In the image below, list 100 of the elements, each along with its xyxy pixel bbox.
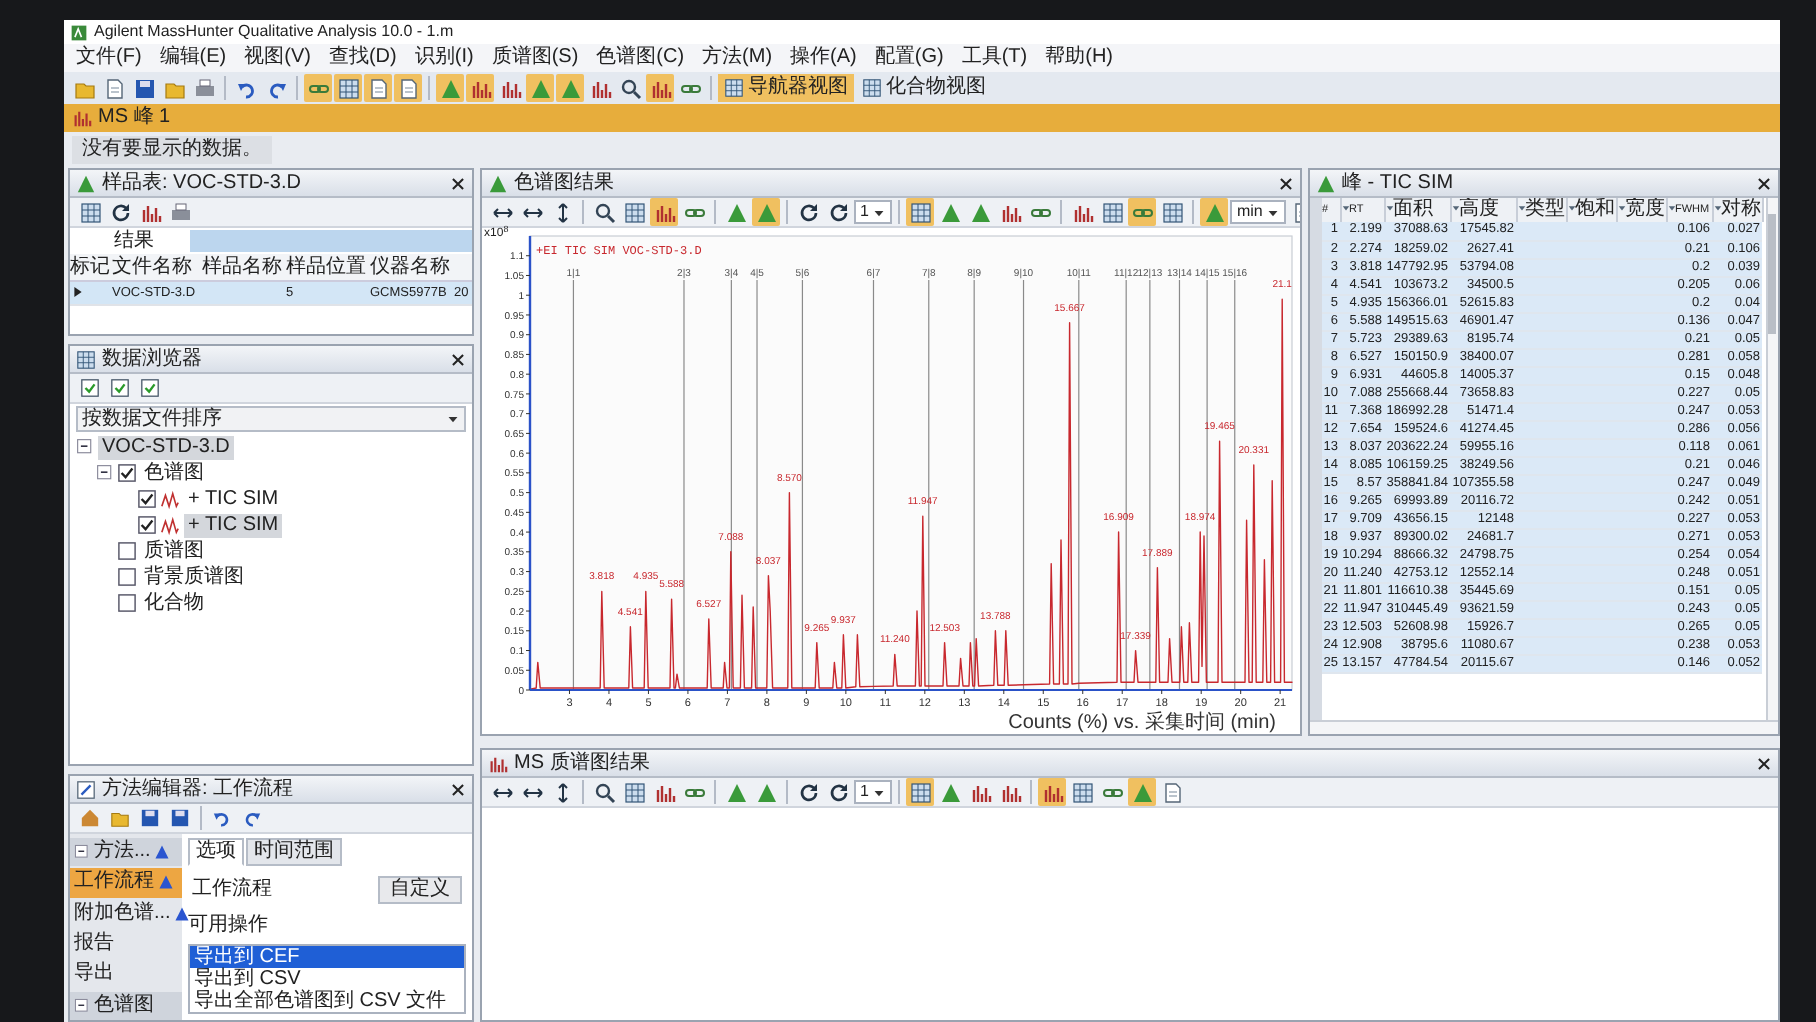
tree-item[interactable]: 化合物: [140, 591, 208, 615]
dropdown[interactable]: 1: [854, 200, 893, 224]
checkbox[interactable]: [138, 516, 156, 534]
panel-title: 方法编辑器: 工作流程: [102, 777, 296, 801]
close-icon[interactable]: [1756, 755, 1772, 771]
close-icon[interactable]: [450, 351, 466, 367]
nav-item[interactable]: 色谱图: [70, 991, 182, 1020]
scrollbar[interactable]: [1310, 720, 1778, 734]
view-button[interactable]: 化合物视图: [856, 74, 992, 102]
list-item[interactable]: 导出到 CSV: [190, 968, 464, 990]
menu-item[interactable]: 质谱图(S): [491, 46, 579, 70]
x-axis-label: Counts (%) vs. 采集时间 (min): [1008, 712, 1276, 734]
group-label: 结果: [112, 229, 156, 253]
checkbox[interactable]: [118, 568, 136, 586]
dropdown-value: 1: [860, 202, 869, 222]
menu-item[interactable]: 色谱图(C): [596, 46, 685, 70]
column-header[interactable]: 面积: [1384, 198, 1450, 222]
menu-item[interactable]: 配置(G): [874, 46, 944, 70]
tab[interactable]: 时间范围: [246, 838, 342, 866]
undo-icon: [212, 808, 232, 828]
collapse-icon: [74, 997, 90, 1014]
tree-item[interactable]: 质谱图: [140, 539, 208, 563]
close-icon[interactable]: [450, 175, 466, 191]
redo-icon: [242, 808, 262, 828]
column-header[interactable]: 饱和: [1566, 198, 1616, 222]
column-header[interactable]: 样品名称: [202, 255, 286, 279]
close-icon[interactable]: [1278, 175, 1294, 191]
column-header[interactable]: 类型: [1516, 198, 1566, 222]
panel-title: 数据浏览器: [102, 347, 204, 371]
dropdown-value: 1: [860, 782, 869, 802]
checkbox[interactable]: [138, 490, 156, 508]
sort-dropdown[interactable]: 按数据文件排序: [76, 406, 466, 432]
dropdown[interactable]: 1: [854, 780, 893, 804]
tree-item[interactable]: + TIC SIM: [184, 487, 283, 511]
menu-item[interactable]: 视图(V): [244, 46, 311, 70]
save-icon: [170, 808, 190, 828]
checkbox[interactable]: [118, 464, 136, 482]
toolbar-button[interactable]: [106, 374, 134, 402]
tree-item[interactable]: VOC-STD-3.D: [98, 435, 234, 459]
menu-item[interactable]: 识别(I): [414, 46, 474, 70]
collapse-icon[interactable]: [96, 464, 114, 482]
menu-item[interactable]: 查找(D): [328, 46, 397, 70]
tree-item[interactable]: 背景质谱图: [140, 565, 248, 589]
checkbox[interactable]: [118, 594, 136, 612]
close-icon[interactable]: [1756, 175, 1772, 191]
menu-item[interactable]: 操作(A): [790, 46, 857, 70]
toolbar-button[interactable]: [136, 374, 164, 402]
nav-item[interactable]: 报告: [70, 929, 182, 959]
close-icon[interactable]: [450, 781, 466, 797]
edit-icon: [76, 779, 96, 799]
panel-title: 样品表: VOC-STD-3.D: [102, 171, 303, 195]
field-label: 工作流程: [192, 878, 272, 902]
caret-icon: [872, 205, 887, 219]
checkbox[interactable]: [118, 542, 136, 560]
toolbar-button[interactable]: [76, 374, 104, 402]
document-tab[interactable]: MS 峰 1: [98, 106, 171, 130]
toolbar-button[interactable]: [166, 804, 194, 832]
scrollbar[interactable]: [1766, 198, 1778, 720]
menu-item[interactable]: 帮助(H): [1045, 46, 1114, 70]
workflow-dropdown[interactable]: 自定义: [378, 876, 462, 904]
nav-item[interactable]: 方法...: [70, 838, 182, 867]
menu-item[interactable]: 方法(M): [702, 46, 773, 70]
grid-icon: [862, 78, 882, 98]
check-icon: [80, 378, 100, 398]
bar-chart-icon: [72, 108, 92, 128]
section-label: 可用操作: [188, 914, 270, 938]
column-header[interactable]: 样品位置: [286, 255, 370, 279]
collapse-icon[interactable]: [76, 438, 94, 456]
menu-item[interactable]: 工具(T): [961, 46, 1028, 70]
row-pointer-icon: [70, 284, 86, 301]
tab[interactable]: 选项: [188, 838, 244, 866]
peak-icon: [76, 173, 96, 193]
nav-item[interactable]: 导出: [70, 960, 182, 990]
list-item[interactable]: 导出到 CEF: [190, 946, 464, 968]
list-item[interactable]: 导出全部色谱图到 CSV 文件: [190, 990, 464, 1012]
nav-item[interactable]: 工作流程: [70, 868, 182, 898]
caret-icon: [446, 412, 460, 426]
caret-icon: [872, 785, 887, 799]
collapse-icon: [74, 844, 90, 861]
menu-item[interactable]: 文件(F): [76, 46, 142, 70]
peak-icon: [488, 173, 508, 193]
empty-data-message: 没有要显示的数据。: [72, 136, 272, 164]
menu-item[interactable]: 编辑(E): [159, 46, 227, 70]
toolbar-button[interactable]: [136, 804, 164, 832]
view-button[interactable]: 导航器视图: [718, 74, 854, 102]
dropdown-value: min: [1236, 202, 1263, 222]
column-header[interactable]: 标记: [70, 255, 112, 279]
column-header[interactable]: 文件名称: [112, 255, 202, 279]
home-icon: [80, 808, 100, 828]
nav-item[interactable]: 附加色谱...: [70, 899, 182, 928]
save-icon: [140, 808, 160, 828]
column-header[interactable]: 仪器名称: [370, 255, 454, 279]
bar-chart-icon: [488, 753, 508, 773]
tree-item[interactable]: 色谱图: [140, 461, 208, 485]
tree-item[interactable]: + TIC SIM: [184, 513, 283, 537]
column-header[interactable]: 对称: [1712, 198, 1762, 222]
window-title: Agilent MassHunter Qualitative Analysis 10.0 - 1.m: [94, 22, 454, 42]
grid-icon: [724, 78, 744, 98]
dropdown[interactable]: min: [1230, 200, 1287, 224]
check-icon: [110, 378, 130, 398]
